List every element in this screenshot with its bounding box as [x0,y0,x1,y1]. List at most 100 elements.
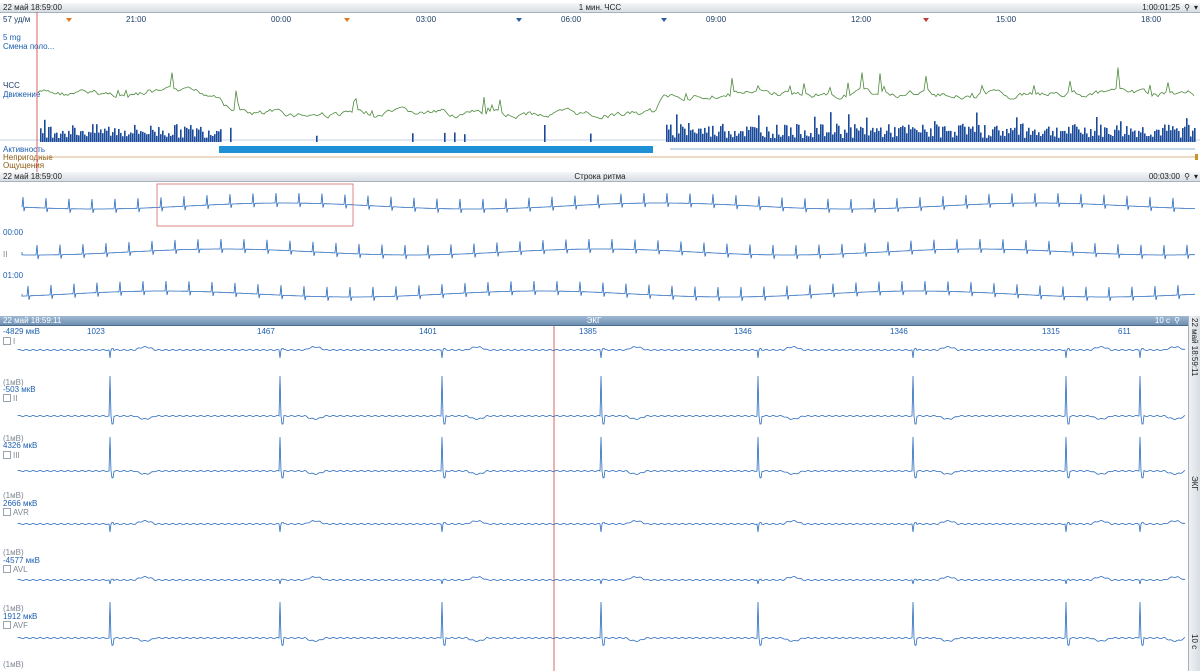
movement-bar [718,131,720,142]
movement-bar [702,133,704,142]
movement-bar [832,134,834,142]
movement-bar [730,134,732,142]
movement-bar [214,134,216,142]
ecg-lead-trace [17,601,1186,646]
movement-bar [712,125,714,142]
movement-bar [1160,135,1162,142]
movement-bar [186,127,188,142]
movement-bar [974,131,976,142]
movement-bar [942,126,944,142]
side-text-title: ЭКГ [1190,476,1199,491]
movement-bar [774,137,776,142]
movement-bar [852,137,854,142]
movement-bar [878,130,880,142]
movement-bar [756,128,758,142]
event-marker-icon [344,18,350,22]
movement-bar [944,126,946,142]
movement-bar [880,127,882,142]
movement-bar [1092,135,1094,142]
movement-bar [814,116,816,142]
movement-bar [1048,126,1050,142]
movement-bar [60,133,62,142]
movement-bar [130,132,132,142]
movement-bar [1084,127,1086,142]
movement-bar [158,127,160,142]
movement-bar [50,126,52,142]
movement-bar [120,132,122,142]
movement-bar [778,134,780,142]
movement-bar [1032,130,1034,142]
movement-bar [700,128,702,142]
movement-bar [1022,123,1024,142]
movement-bar [212,135,214,142]
movement-bar [732,137,734,142]
movement-bar [216,130,218,142]
movement-bar [1030,134,1032,142]
movement-bar [1188,124,1190,142]
movement-bar [80,131,82,142]
rhythm-panel-header: 22 май 18:59:00 Строка ритма 00:03:00 ⚲ … [0,172,1200,182]
movement-bar [412,133,414,142]
movement-bar [1036,135,1038,142]
zoom-icon[interactable]: ⚲ [1174,316,1180,326]
rhythm-strip[interactable] [0,182,1200,317]
movement-bar [1142,127,1144,142]
movement-bar [1166,130,1168,142]
movement-bar [1168,124,1170,142]
movement-bar [1110,134,1112,142]
movement-bar [64,133,66,142]
movement-bar [1164,124,1166,142]
movement-bar [830,112,832,142]
rhythm-trace [21,280,1196,302]
ecg-12-lead-view[interactable] [0,326,1188,671]
movement-bar [1020,124,1022,142]
dropdown-arrow-icon[interactable]: ▾ [1194,172,1198,182]
movement-bar [122,136,124,142]
movement-bar [220,129,222,142]
movement-bar [142,131,144,142]
hr-trend-chart[interactable] [0,12,1200,172]
movement-bar [70,134,72,142]
movement-bar [1100,124,1102,142]
movement-bar [1098,135,1100,142]
event-marker-icon [66,18,72,22]
movement-bar [1054,136,1056,142]
movement-bar [166,136,168,142]
movement-bar [178,137,180,142]
movement-bar [840,133,842,142]
zoom-icon[interactable]: ⚲ [1184,172,1190,182]
movement-bar [808,136,810,142]
movement-bar [946,131,948,142]
movement-bar [688,123,690,142]
movement-bar [752,126,754,142]
movement-bar [822,124,824,142]
movement-bar [886,130,888,142]
movement-bar [680,124,682,142]
movement-bar [128,134,130,142]
movement-bar [184,126,186,142]
movement-bar [748,129,750,142]
activity-highlight [219,146,653,153]
movement-bar [788,136,790,142]
movement-bar [160,134,162,142]
movement-bar [842,137,844,142]
movement-bar [1064,130,1066,142]
movement-bar [1134,130,1136,142]
movement-bar [894,127,896,142]
movement-bar [972,126,974,142]
movement-bar [1060,131,1062,142]
movement-bar [670,124,672,142]
movement-bar [750,126,752,142]
movement-bar [884,134,886,142]
movement-bar [860,126,862,142]
movement-bar [828,132,830,142]
movement-bar [1190,136,1192,142]
movement-bar [1000,135,1002,142]
movement-bar [940,137,942,142]
movement-bar [820,124,822,142]
movement-bar [938,126,940,142]
movement-bar [62,130,64,142]
movement-bar [156,135,158,142]
movement-bar [896,136,898,142]
movement-bar [1012,130,1014,142]
